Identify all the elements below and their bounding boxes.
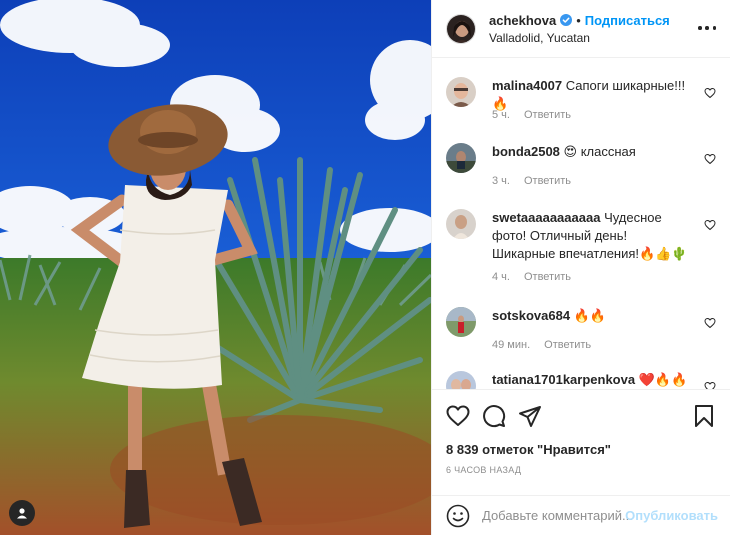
comment-username[interactable]: tatiana1701karpenkova (492, 372, 635, 387)
more-dots-icon[interactable] (698, 21, 716, 35)
bookmark-icon[interactable] (692, 404, 716, 428)
comment-text: 🔥🔥 (573, 308, 607, 323)
reply-button[interactable]: Ответить (524, 175, 571, 187)
comment-input[interactable] (482, 508, 632, 523)
user-tag-icon (17, 508, 27, 519)
comment-icon[interactable] (482, 404, 506, 428)
comment-item: bonda2508 😍 классная 3 ч. Ответить (446, 143, 716, 193)
verified-badge-icon (560, 14, 573, 26)
comment-username[interactable]: swetaaaaaaaaaaa (492, 210, 600, 225)
post-timestamp[interactable]: 6 ЧАСОВ НАЗАД (446, 465, 521, 475)
comment-item: swetaaaaaaaaaaa Чудесное фото! Отличный … (446, 209, 716, 289)
heart-icon[interactable] (446, 404, 470, 428)
paper-plane-icon[interactable] (518, 404, 542, 428)
author-avatar[interactable] (446, 13, 476, 44)
commenter-avatar[interactable] (446, 209, 476, 239)
follow-button[interactable]: Подписаться (585, 13, 670, 28)
comment-like-heart-icon[interactable] (704, 87, 716, 99)
author-username[interactable]: achekhova (489, 13, 556, 28)
comment-item: tatiana1701karpenkova ❤️🔥🔥🔥 (446, 371, 716, 389)
comments-list[interactable]: malina4007 Сапоги шикарные!!!🔥 5 ч. Ответ… (432, 59, 730, 389)
post-photo[interactable] (0, 0, 431, 535)
reply-button[interactable]: Ответить (524, 271, 571, 283)
commenter-avatar[interactable] (446, 143, 476, 173)
comment-time[interactable]: 5 ч. (492, 109, 510, 121)
user-tag-button[interactable] (9, 500, 35, 526)
reply-button[interactable]: Ответить (524, 109, 571, 121)
comment-like-heart-icon[interactable] (704, 317, 716, 329)
comment-item: malina4007 Сапоги шикарные!!!🔥 5 ч. Ответ… (446, 77, 716, 127)
commenter-avatar[interactable] (446, 307, 476, 337)
reply-button[interactable]: Ответить (544, 339, 591, 351)
comment-like-heart-icon[interactable] (704, 381, 716, 389)
comment-username[interactable]: malina4007 (492, 78, 562, 93)
comment-username[interactable]: sotskova684 (492, 308, 570, 323)
commenter-avatar[interactable] (446, 77, 476, 107)
commenter-avatar[interactable] (446, 371, 476, 389)
comment-username[interactable]: bonda2508 (492, 144, 560, 159)
publish-button[interactable]: Опубликовать (625, 508, 718, 523)
comment-time[interactable]: 4 ч. (492, 271, 510, 283)
comment-text: 😍 классная (563, 144, 636, 159)
post-actions-area: 8 839 отметок "Нравится" 6 ЧАСОВ НАЗАД (432, 389, 730, 495)
action-bar (446, 404, 716, 430)
smiley-icon[interactable] (446, 504, 470, 528)
post-side-panel: achekhova • Подписаться Valladolid, Yuca… (431, 0, 730, 535)
post-image (0, 0, 431, 535)
comment-like-heart-icon[interactable] (704, 153, 716, 165)
likes-count[interactable]: 8 839 отметок "Нравится" (446, 442, 611, 457)
comment-time[interactable]: 3 ч. (492, 175, 510, 187)
separator-dot: • (576, 12, 581, 28)
comment-like-heart-icon[interactable] (704, 219, 716, 231)
add-comment-bar: Опубликовать (432, 495, 730, 535)
post-location[interactable]: Valladolid, Yucatan (489, 31, 670, 45)
comment-time[interactable]: 49 мин. (492, 339, 530, 351)
comment-item: sotskova684 🔥🔥 49 мин. Ответить (446, 307, 716, 357)
post-header: achekhova • Подписаться Valladolid, Yuca… (432, 0, 730, 58)
